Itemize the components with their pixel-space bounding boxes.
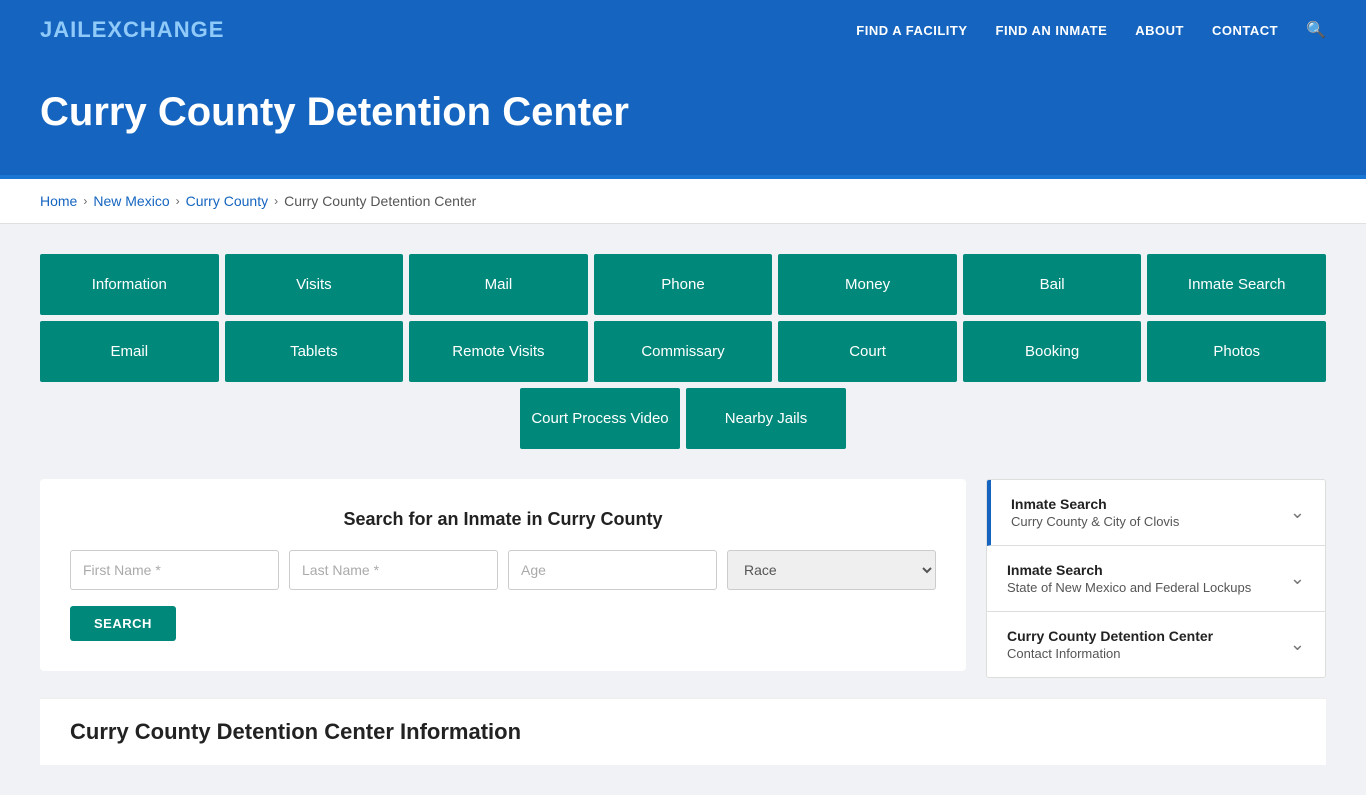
chevron-icon-1: ⌄ (1290, 502, 1305, 523)
bottom-info-section: Curry County Detention Center Informatio… (40, 698, 1326, 765)
race-select[interactable]: Race White Black Hispanic Asian Native A… (727, 550, 936, 590)
btn-mail[interactable]: Mail (409, 254, 588, 315)
header: JAILEXCHANGE FIND A FACILITY FIND AN INMA… (0, 0, 1366, 60)
breadcrumb-home[interactable]: Home (40, 193, 77, 209)
nav-item-find-a-facility[interactable]: FIND A FACILITY (856, 23, 967, 38)
nav-item-contact[interactable]: CONTACT (1212, 23, 1278, 38)
sidebar-card-contact-info[interactable]: Curry County Detention Center Contact In… (987, 612, 1325, 677)
btn-email[interactable]: Email (40, 321, 219, 382)
btn-information[interactable]: Information (40, 254, 219, 315)
search-button[interactable]: SEARCH (70, 606, 176, 641)
buttons-row-3: Court Process Video Nearby Jails (40, 388, 1326, 449)
hero-section: Curry County Detention Center (0, 60, 1366, 179)
nav-item-find-an-inmate[interactable]: FIND AN INMATE (996, 23, 1108, 38)
sidebar-card-subtitle-1: Curry County & City of Clovis (1011, 514, 1179, 529)
sidebar-card-title-3: Curry County Detention Center (1007, 628, 1213, 644)
breadcrumb-current: Curry County Detention Center (284, 193, 476, 209)
breadcrumb-new-mexico[interactable]: New Mexico (93, 193, 169, 209)
btn-booking[interactable]: Booking (963, 321, 1142, 382)
breadcrumb-curry-county[interactable]: Curry County (186, 193, 268, 209)
logo[interactable]: JAILEXCHANGE (40, 17, 224, 43)
sidebar-card-inmate-search-county[interactable]: Inmate Search Curry County & City of Clo… (987, 480, 1325, 546)
breadcrumb-sep-2: › (176, 194, 180, 208)
main-nav: FIND A FACILITY FIND AN INMATE ABOUT CONTAC… (856, 20, 1326, 40)
breadcrumb: Home › New Mexico › Curry County › Curry… (0, 179, 1366, 224)
sidebar-cards: Inmate Search Curry County & City of Clo… (986, 479, 1326, 678)
btn-bail[interactable]: Bail (963, 254, 1142, 315)
page-title: Curry County Detention Center (40, 90, 1326, 135)
bottom-info-title: Curry County Detention Center Informatio… (70, 719, 1296, 745)
sidebar-card-inmate-search-state[interactable]: Inmate Search State of New Mexico and Fe… (987, 546, 1325, 612)
first-name-input[interactable] (70, 550, 279, 590)
btn-court-process-video[interactable]: Court Process Video (520, 388, 680, 449)
sidebar-card-text-2: Inmate Search State of New Mexico and Fe… (1007, 562, 1251, 595)
chevron-icon-3: ⌄ (1290, 634, 1305, 655)
chevron-icon-2: ⌄ (1290, 568, 1305, 589)
btn-money[interactable]: Money (778, 254, 957, 315)
btn-inmate-search[interactable]: Inmate Search (1147, 254, 1326, 315)
lower-section: Search for an Inmate in Curry County Rac… (40, 479, 1326, 678)
btn-visits[interactable]: Visits (225, 254, 404, 315)
sidebar-card-title-2: Inmate Search (1007, 562, 1251, 578)
buttons-row-1: Information Visits Mail Phone Money Bail… (40, 254, 1326, 315)
sidebar-card-text-3: Curry County Detention Center Contact In… (1007, 628, 1213, 661)
btn-remote-visits[interactable]: Remote Visits (409, 321, 588, 382)
btn-tablets[interactable]: Tablets (225, 321, 404, 382)
sidebar-card-subtitle-3: Contact Information (1007, 646, 1213, 661)
search-inputs: Race White Black Hispanic Asian Native A… (70, 550, 936, 590)
buttons-row-2: Email Tablets Remote Visits Commissary C… (40, 321, 1326, 382)
search-title: Search for an Inmate in Curry County (70, 509, 936, 530)
inmate-search-box: Search for an Inmate in Curry County Rac… (40, 479, 966, 671)
search-icon[interactable]: 🔍 (1306, 20, 1326, 40)
age-input[interactable] (508, 550, 717, 590)
sidebar-card-subtitle-2: State of New Mexico and Federal Lockups (1007, 580, 1251, 595)
btn-commissary[interactable]: Commissary (594, 321, 773, 382)
btn-phone[interactable]: Phone (594, 254, 773, 315)
sidebar-card-title-1: Inmate Search (1011, 496, 1179, 512)
btn-court[interactable]: Court (778, 321, 957, 382)
sidebar-card-text-1: Inmate Search Curry County & City of Clo… (1011, 496, 1179, 529)
main-content: Information Visits Mail Phone Money Bail… (0, 224, 1366, 795)
logo-part1: JAIL (40, 17, 92, 42)
breadcrumb-sep-1: › (83, 194, 87, 208)
logo-part2-highlight: EXCHANGE (92, 17, 225, 42)
nav-item-about[interactable]: ABOUT (1135, 23, 1184, 38)
btn-photos[interactable]: Photos (1147, 321, 1326, 382)
btn-nearby-jails[interactable]: Nearby Jails (686, 388, 846, 449)
breadcrumb-sep-3: › (274, 194, 278, 208)
last-name-input[interactable] (289, 550, 498, 590)
